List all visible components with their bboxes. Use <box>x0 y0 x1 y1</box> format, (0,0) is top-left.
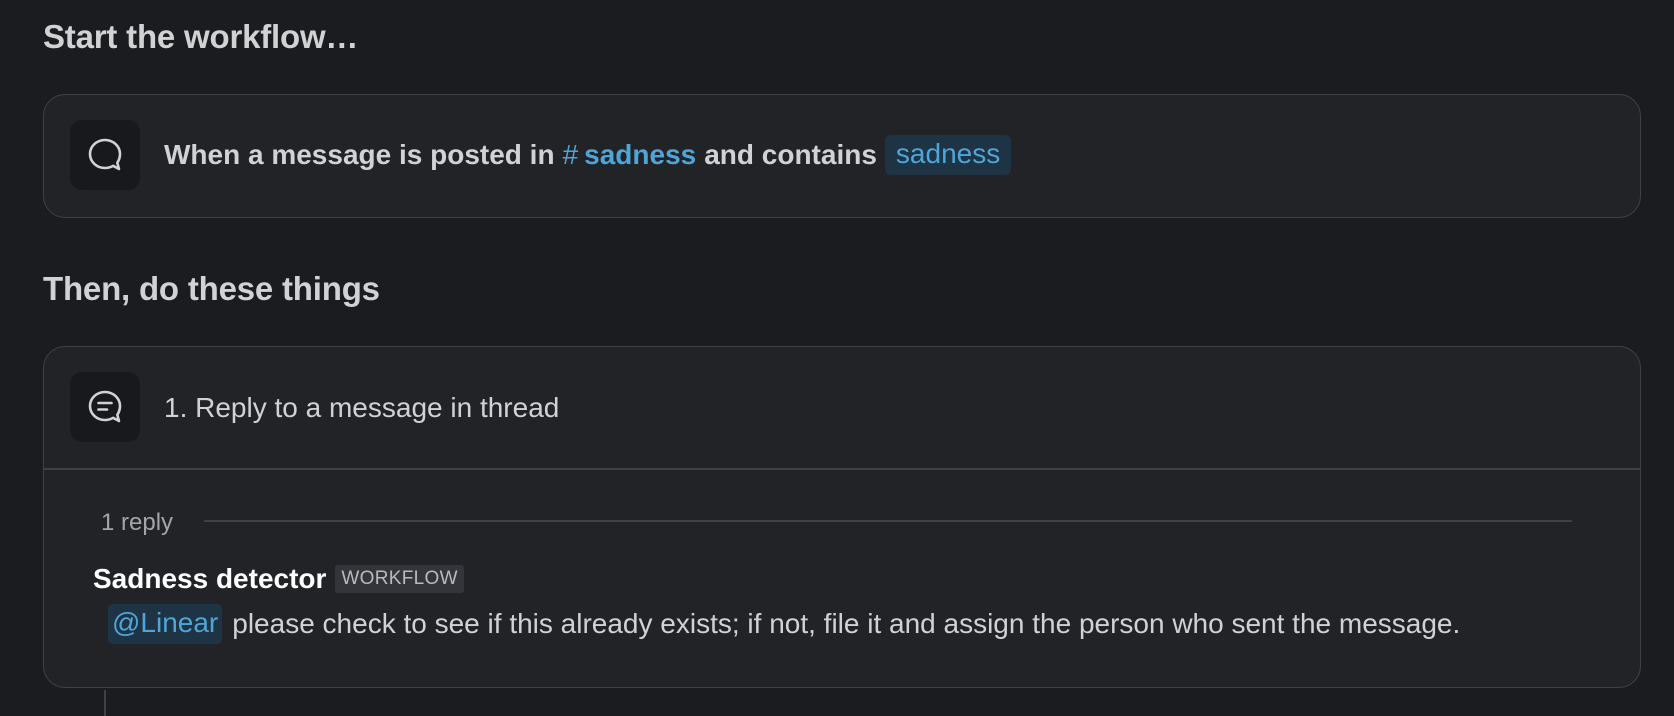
reply-thread-icon <box>70 372 140 442</box>
trigger-prefix: When a message is posted in <box>164 139 555 170</box>
step-title: 1. Reply to a message in thread <box>164 392 560 423</box>
sender-name: Sadness detector <box>93 563 327 594</box>
channel-name: sadness <box>584 139 697 170</box>
channel-hash-icon: # <box>562 139 579 170</box>
trigger-card[interactable]: When a message is posted in # sadness and… <box>43 94 1641 218</box>
message-header: Sadness detector WORKFLOW <box>93 563 464 595</box>
workflow-badge: WORKFLOW <box>335 565 464 593</box>
reply-count: 1 reply <box>101 509 174 536</box>
message-text: please check to see if this already exis… <box>232 608 1461 639</box>
step-card[interactable]: 1. Reply to a message in thread 1 reply … <box>43 346 1641 688</box>
keyword-chip[interactable]: sadness <box>884 135 1012 175</box>
step-divider <box>44 468 1640 470</box>
start-workflow-heading: Start the workflow… <box>43 18 359 55</box>
message-body: @Linear please check to see if this alre… <box>108 604 1460 644</box>
trigger-middle: and contains <box>704 139 877 170</box>
channel-link[interactable]: # sadness <box>563 139 697 171</box>
trigger-description: When a message is posted in # sadness and… <box>164 135 1012 175</box>
thread-rail <box>104 690 106 716</box>
message-bubble-icon <box>70 120 140 190</box>
mention-linear[interactable]: @Linear <box>108 604 223 644</box>
reply-divider <box>204 520 1572 522</box>
steps-heading: Then, do these things <box>43 270 380 307</box>
